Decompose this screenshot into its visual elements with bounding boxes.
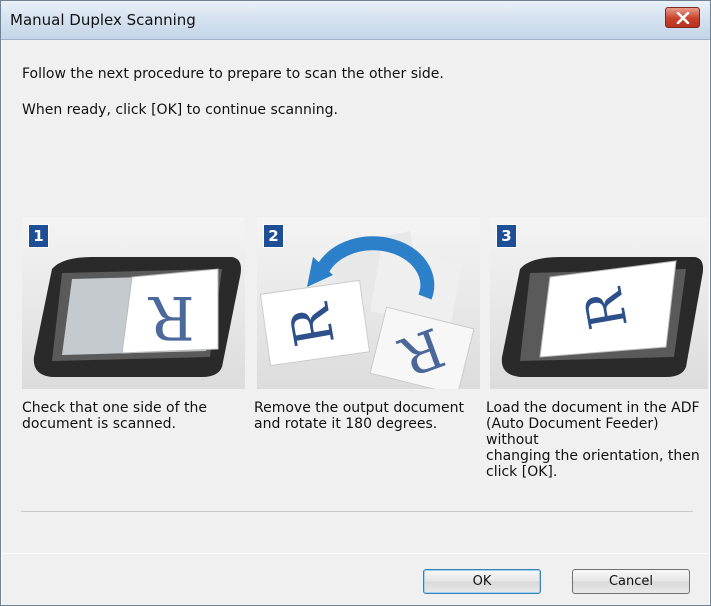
ready-text: When ready, click [OK] to continue scann… bbox=[22, 102, 338, 118]
step-1-caption: Check that one side of the document is s… bbox=[22, 400, 207, 432]
ok-button[interactable]: OK bbox=[423, 569, 541, 594]
step-3-illustration: R 3 bbox=[490, 217, 708, 389]
footer-separator bbox=[21, 511, 693, 512]
dialog-window: Manual Duplex Scanning Follow the next p… bbox=[0, 0, 711, 606]
close-icon bbox=[676, 11, 689, 24]
step-2-illustration: R R 2 bbox=[257, 217, 480, 389]
close-button[interactable] bbox=[665, 7, 700, 28]
step-2-badge: 2 bbox=[263, 224, 284, 248]
cancel-button[interactable]: Cancel bbox=[572, 569, 690, 594]
title-bar[interactable]: Manual Duplex Scanning bbox=[1, 1, 710, 40]
step-1-badge: 1 bbox=[28, 224, 49, 248]
step-1-illustration: R 1 bbox=[22, 217, 245, 389]
dialog-title: Manual Duplex Scanning bbox=[10, 11, 196, 29]
dialog-content: Follow the next procedure to prepare to … bbox=[2, 40, 709, 553]
step-3-caption: Load the document in the ADF (Auto Docum… bbox=[486, 400, 700, 480]
page-glyph: R bbox=[148, 282, 195, 352]
step-3-badge: 3 bbox=[496, 224, 517, 248]
step-2-caption: Remove the output document and rotate it… bbox=[254, 400, 464, 432]
instruction-text: Follow the next procedure to prepare to … bbox=[22, 66, 444, 82]
